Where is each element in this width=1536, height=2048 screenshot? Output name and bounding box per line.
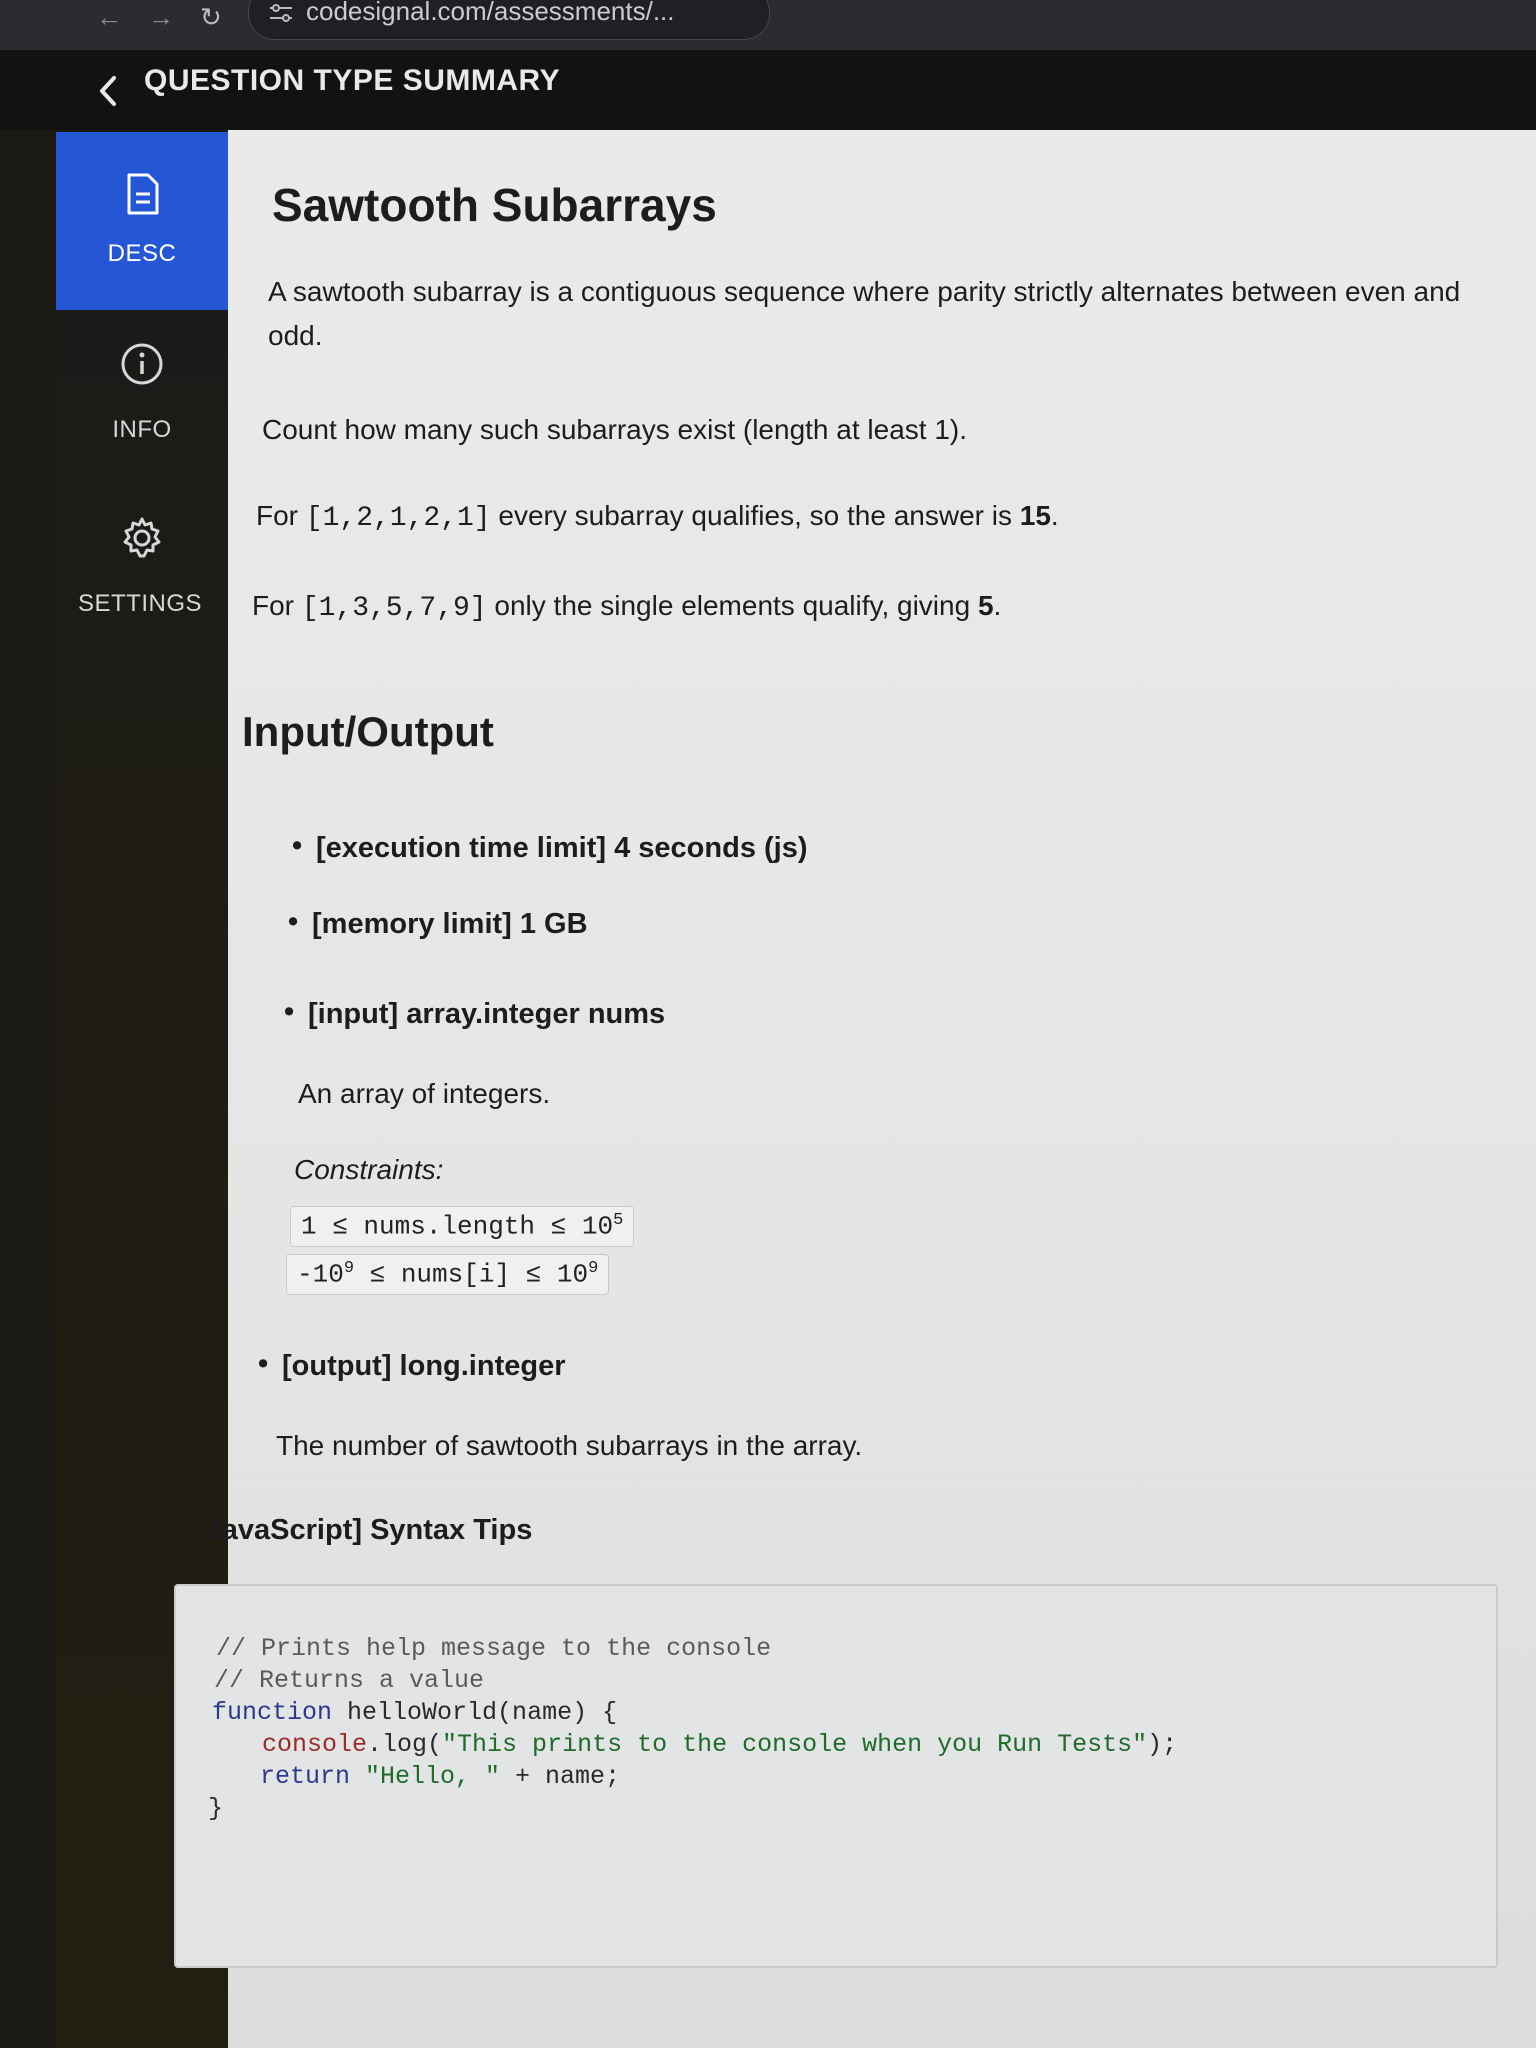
example-suffix: . — [993, 590, 1002, 621]
page-header-title[interactable]: QUESTION TYPE SUMMARY — [144, 64, 560, 98]
code-line: } — [208, 1794, 224, 1823]
problem-intro: A sawtooth subarray is a contiguous sequ… — [268, 276, 1461, 351]
example-prefix: For — [256, 500, 298, 531]
output-description: The number of sawtooth subarrays in the … — [276, 1430, 863, 1461]
example-text: every subarray qualifies, so the answer … — [498, 500, 1012, 531]
forward-arrow-icon[interactable]: → — [148, 4, 174, 30]
example-array: [1,3,5,7,9] — [301, 593, 487, 624]
example-suffix: . — [1050, 500, 1059, 531]
constraint-text: 1 ≤ nums.length ≤ 10 — [301, 1211, 614, 1242]
code-string: "This prints to the console when you Run… — [442, 1730, 1148, 1759]
io-heading: Input/Output — [242, 708, 494, 755]
constraint-exponent: 9 — [343, 1259, 355, 1278]
syntax-tips-heading: [JavaScript] Syntax Tips — [196, 1514, 533, 1546]
problem-description-panel: Sawtooth Subarrays A sawtooth subarray i… — [174, 130, 1536, 2048]
back-arrow-icon[interactable]: ← — [96, 4, 122, 30]
constraint-length: 1 ≤ nums.length ≤ 105 — [290, 1206, 635, 1247]
example-answer: 5 — [977, 590, 994, 621]
example-prefix: For — [252, 590, 294, 621]
constraint-exponent: 9 — [588, 1259, 599, 1278]
constraints-label: Constraints: — [294, 1154, 444, 1185]
code-object: console — [262, 1730, 368, 1759]
constraint-exponent: 5 — [613, 1211, 624, 1230]
example-array: [1,2,1,2,1] — [305, 503, 491, 534]
constraint-text: ≤ nums[i] ≤ 10 — [354, 1259, 589, 1290]
sidebar-item-settings[interactable]: SETTINGS — [56, 516, 228, 656]
sidebar-item-info[interactable]: INFO — [56, 342, 228, 482]
gear-icon — [123, 517, 161, 558]
code-line: // Prints help message to the console — [216, 1634, 772, 1663]
code-text: helloWorld(name) { — [332, 1698, 618, 1727]
sidebar-item-desc[interactable]: DESC — [56, 132, 228, 310]
problem-title: Sawtooth Subarrays — [272, 179, 717, 231]
code-keyword: function — [212, 1698, 333, 1727]
reload-icon[interactable]: ↻ — [200, 4, 222, 30]
example-text: only the single elements qualify, giving — [494, 590, 971, 621]
example-answer: 15 — [1019, 500, 1051, 531]
input-item: [input] array.integer nums — [284, 996, 665, 1031]
code-line: function helloWorld(name) { — [212, 1698, 617, 1727]
code-line: return "Hello, " + name; — [260, 1762, 620, 1791]
document-icon — [127, 173, 159, 215]
problem-count-text: Count how many such subarrays exist (len… — [262, 414, 968, 445]
code-text: + name; — [500, 1762, 621, 1791]
url-text[interactable]: codesignal.com/assessments/... — [306, 0, 675, 27]
code-text: .log( — [367, 1730, 443, 1759]
memory-limit-item: [memory limit] 1 GB — [288, 906, 588, 941]
constraint-text: -10 — [297, 1259, 344, 1290]
example-1: For [1,2,1,2,1] every subarray qualifies… — [256, 494, 1059, 541]
code-keyword: return — [260, 1762, 351, 1791]
browser-toolbar: ← → ↻ codesignal.com/assessments/... — [0, 0, 1536, 51]
code-line: console.log("This prints to the console … — [262, 1730, 1177, 1759]
input-description: An array of integers. — [298, 1078, 551, 1109]
code-string: "Hello, " — [350, 1762, 501, 1791]
chevron-left-icon[interactable] — [96, 74, 120, 108]
site-settings-icon[interactable] — [268, 2, 294, 24]
code-text: ); — [1147, 1730, 1178, 1759]
info-icon — [121, 343, 163, 385]
code-line: // Returns a value — [214, 1666, 485, 1695]
sidebar-item-label: DESC — [107, 240, 177, 267]
time-limit-item: [execution time limit] 4 seconds (js) — [292, 830, 807, 865]
example-2: For [1,3,5,7,9] only the single elements… — [252, 584, 1001, 631]
output-item: [output] long.integer — [258, 1348, 565, 1383]
constraint-values: -109 ≤ nums[i] ≤ 109 — [286, 1254, 610, 1295]
sidebar-item-label: INFO — [112, 416, 172, 443]
sidebar-item-label: SETTINGS — [77, 590, 202, 617]
